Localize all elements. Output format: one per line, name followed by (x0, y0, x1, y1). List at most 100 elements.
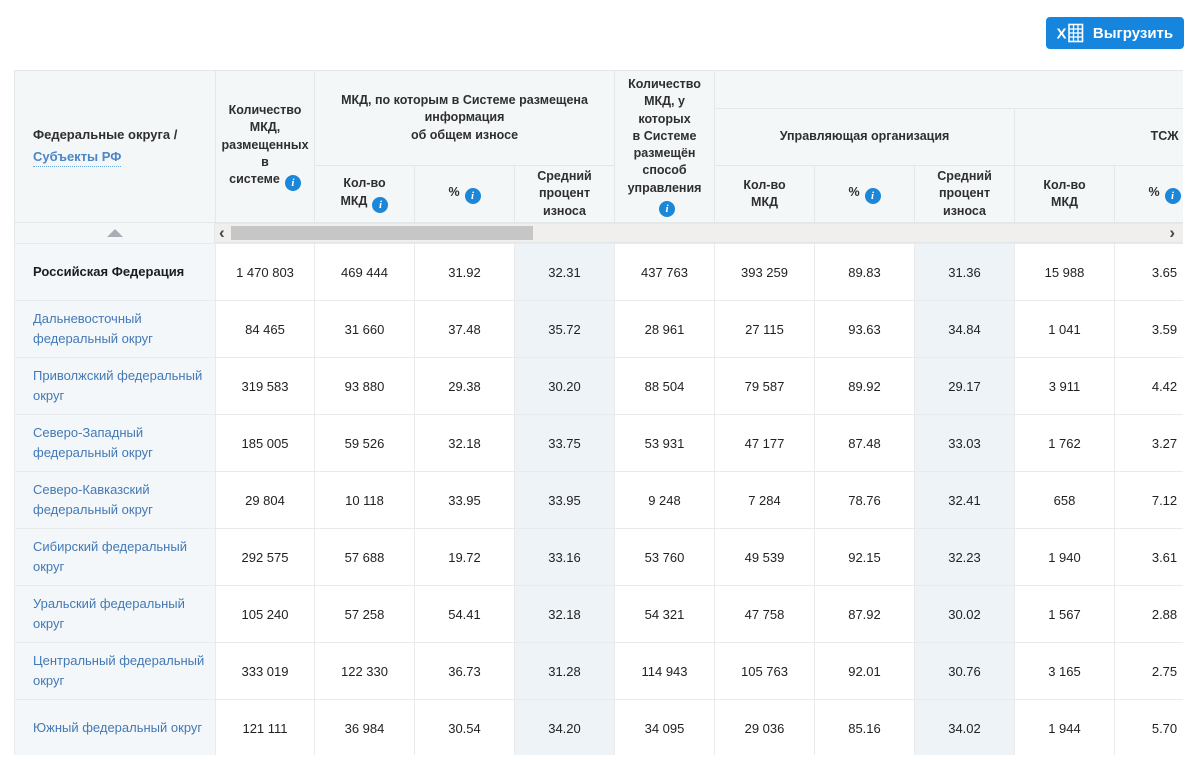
scroll-row: ‹ › (14, 223, 1183, 243)
data-cell: 1 041 (1014, 300, 1115, 358)
subheader-pct-wear: % i (414, 165, 515, 223)
region-link[interactable]: Сибирский федеральный округ (33, 539, 187, 574)
region-cell: Уральский федеральный округ (14, 585, 216, 643)
data-cell: 30.54 (414, 699, 515, 755)
data-cell: 30.02 (914, 585, 1015, 643)
svg-text:X: X (1057, 26, 1067, 43)
region-link[interactable]: Дальневосточный федеральный округ (33, 311, 153, 346)
region-cell: Центральный федеральный округ (14, 642, 216, 700)
data-cell: 89.92 (814, 357, 915, 415)
region-link[interactable]: Приволжский федеральный округ (33, 368, 202, 403)
data-cell: 47 758 (714, 585, 815, 643)
table-row: Уральский федеральный округ 105 240 57 258… (14, 585, 1183, 643)
data-cell: 30.20 (514, 357, 615, 415)
data-cell: 333 019 (215, 642, 315, 700)
region-link[interactable]: Южный федеральный округ (33, 720, 202, 735)
table-row: Дальневосточный федеральный округ 84 465 3… (14, 300, 1183, 358)
data-cell: 29.38 (414, 357, 515, 415)
wear-group-label: МКД, по которым в Системе размещена инфо… (341, 93, 588, 142)
pct-label: % (848, 185, 860, 199)
qty-label: Кол-во МКД (1043, 177, 1086, 209)
data-cell: 3 911 (1014, 357, 1115, 415)
data-cell: 36 984 (314, 699, 415, 755)
region-link[interactable]: Северо-Кавказский федеральный округ (33, 482, 153, 517)
data-cell: 84 465 (215, 300, 315, 358)
data-cell: 31.36 (914, 243, 1015, 301)
table-header: Федеральные округа / Субъекты РФ Количес… (14, 70, 1183, 223)
info-icon[interactable]: i (372, 196, 389, 213)
horizontal-scrollbar[interactable]: ‹ › (215, 223, 1183, 243)
data-cell: 33.16 (514, 528, 615, 586)
info-icon[interactable]: i (864, 188, 881, 204)
data-cell: 19.72 (414, 528, 515, 586)
count-in-system-label: Количество МКД, размещенных в системе (221, 103, 309, 186)
data-cell: 1 470 803 (215, 243, 315, 301)
data-cell: 105 240 (215, 585, 315, 643)
data-cell: 37.48 (414, 300, 515, 358)
data-cell: 89.83 (814, 243, 915, 301)
region-cell: Южный федеральный округ (14, 699, 216, 755)
info-icon[interactable]: i (659, 200, 676, 217)
data-cell: 79 587 (714, 357, 815, 415)
regions-header-label: Федеральные округа / (33, 126, 178, 142)
data-cell: 469 444 (314, 243, 415, 301)
scroll-right-icon[interactable]: › (1169, 224, 1175, 241)
data-cell: 437 763 (614, 243, 715, 301)
data-cell: 292 575 (215, 528, 315, 586)
scrollbar-thumb[interactable] (231, 226, 533, 240)
group-header-tsj: ТСЖ (1014, 108, 1183, 166)
data-cell: 34 095 (614, 699, 715, 755)
data-cell: 1 944 (1014, 699, 1115, 755)
data-cell: 29 036 (714, 699, 815, 755)
data-cell: 59 526 (314, 414, 415, 472)
avg-wear-label: Средний процент износа (937, 169, 992, 218)
data-cell: 1 567 (1014, 585, 1115, 643)
data-cell: 87.48 (814, 414, 915, 472)
column-header-count-in-system: Количество МКД, размещенных в системе i (215, 70, 315, 223)
mgmt-count-label: Количество МКД, у которых в Системе разм… (627, 77, 702, 195)
management-org-label: Управляющая организация (779, 129, 950, 144)
column-header-regions: Федеральные округа / Субъекты РФ (14, 70, 216, 223)
data-cell: 31.28 (514, 642, 615, 700)
data-cell: 32.23 (914, 528, 1015, 586)
data-cell: 88 504 (614, 357, 715, 415)
data-cell: 32.31 (514, 243, 615, 301)
table-row: Центральный федеральный округ 333 019 122 … (14, 642, 1183, 700)
data-cell: 30.76 (914, 642, 1015, 700)
region-total-label: Российская Федерация (33, 263, 185, 279)
data-cell: 34.20 (514, 699, 615, 755)
region-link[interactable]: Северо-Западный федеральный округ (33, 425, 153, 460)
data-cell: 31.92 (414, 243, 515, 301)
subheader-qty-uo: Кол-во МКД (714, 165, 816, 223)
export-button[interactable]: X Выгрузить (1046, 17, 1184, 49)
excel-icon: X (1057, 23, 1084, 43)
data-cell: 28 961 (614, 300, 715, 358)
data-cell: 29 804 (215, 471, 315, 529)
data-cell: 4.42 (1114, 357, 1183, 415)
info-icon[interactable]: i (284, 175, 301, 191)
data-cell: 5.70 (1114, 699, 1183, 755)
data-cell: 93.63 (814, 300, 915, 358)
info-icon[interactable]: i (464, 188, 481, 204)
info-icon[interactable]: i (1164, 188, 1181, 204)
data-cell: 32.41 (914, 471, 1015, 529)
subheader-qty-wear: Кол-во МКД i (314, 165, 415, 223)
data-cell: 1 940 (1014, 528, 1115, 586)
subjects-rf-link[interactable]: Субъекты РФ (33, 148, 122, 168)
scroll-left-icon[interactable]: ‹ (219, 224, 225, 241)
region-cell: Российская Федерация (14, 243, 216, 301)
region-link[interactable]: Уральский федеральный округ (33, 596, 185, 631)
data-cell: 33.95 (514, 471, 615, 529)
data-cell: 3.65 (1114, 243, 1183, 301)
data-cell: 47 177 (714, 414, 815, 472)
data-cell: 54.41 (414, 585, 515, 643)
region-link[interactable]: Центральный федеральный округ (33, 653, 204, 688)
data-cell: 33.75 (514, 414, 615, 472)
sort-ascending-icon[interactable] (106, 229, 123, 237)
data-cell: 85.16 (814, 699, 915, 755)
data-cell: 9 248 (614, 471, 715, 529)
data-cell: 7.12 (1114, 471, 1183, 529)
data-cell: 3.61 (1114, 528, 1183, 586)
table-row: Сибирский федеральный округ 292 575 57 688… (14, 528, 1183, 586)
subheader-pct-uo: % i (814, 165, 916, 223)
